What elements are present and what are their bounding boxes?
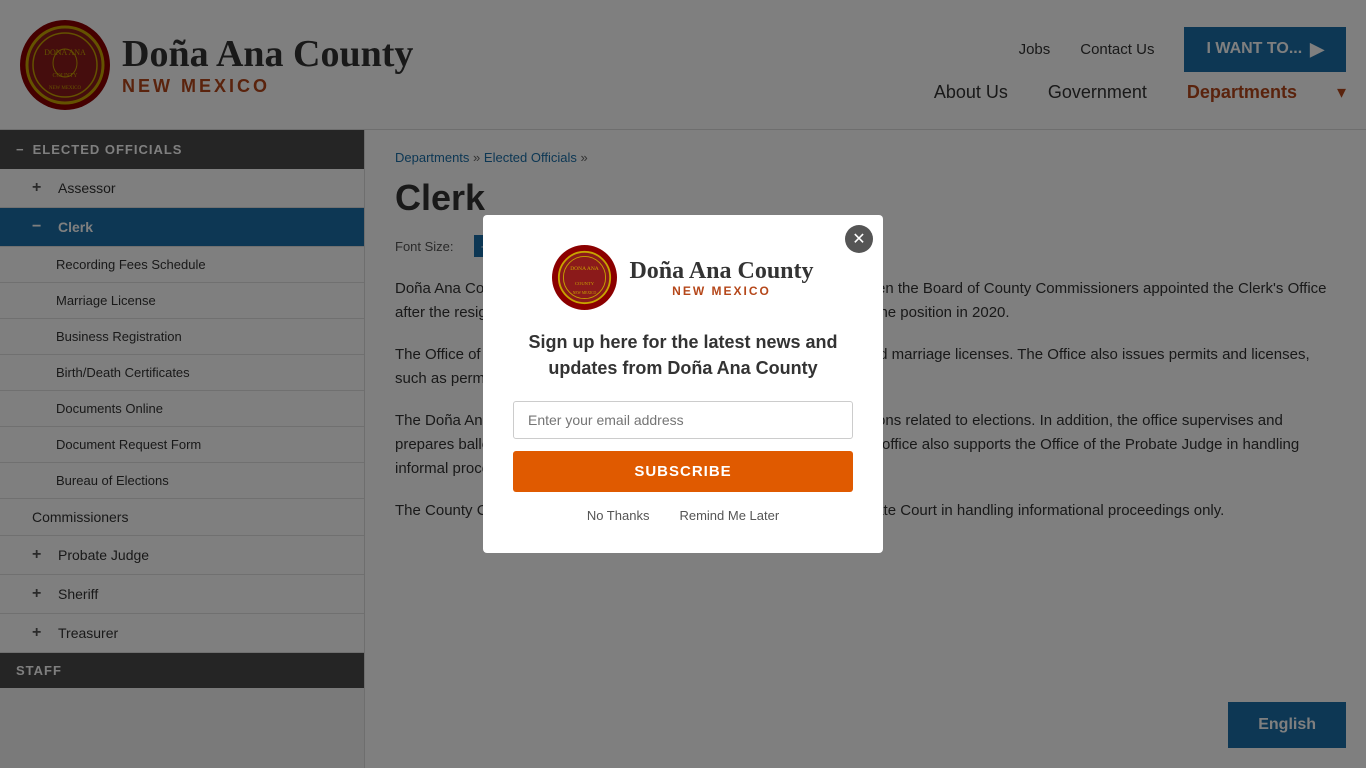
modal-logo-subtitle: NEW MEXICO — [629, 284, 813, 298]
modal-logo: DONA ANA COUNTY NEW MEXICO Doña Ana Coun… — [513, 245, 853, 310]
modal-logo-text-block: Doña Ana County NEW MEXICO — [629, 258, 813, 298]
svg-text:NEW MEXICO: NEW MEXICO — [573, 291, 597, 295]
modal-logo-title: Doña Ana County — [629, 258, 813, 284]
modal-logo-circle: DONA ANA COUNTY NEW MEXICO — [552, 245, 617, 310]
modal-footer: No Thanks Remind Me Later — [513, 508, 853, 523]
no-thanks-link[interactable]: No Thanks — [587, 508, 650, 523]
subscribe-button[interactable]: SUBSCRIBE — [513, 451, 853, 492]
modal-overlay[interactable]: ✕ DONA ANA COUNTY NEW MEXICO Doña Ana Co… — [0, 0, 1366, 768]
newsletter-modal: ✕ DONA ANA COUNTY NEW MEXICO Doña Ana Co… — [483, 215, 883, 552]
svg-text:COUNTY: COUNTY — [575, 281, 595, 286]
email-input[interactable] — [513, 401, 853, 439]
svg-text:DONA ANA: DONA ANA — [571, 266, 600, 272]
remind-later-link[interactable]: Remind Me Later — [679, 508, 779, 523]
modal-close-button[interactable]: ✕ — [845, 225, 873, 253]
modal-title: Sign up here for the latest news and upd… — [513, 330, 853, 380]
